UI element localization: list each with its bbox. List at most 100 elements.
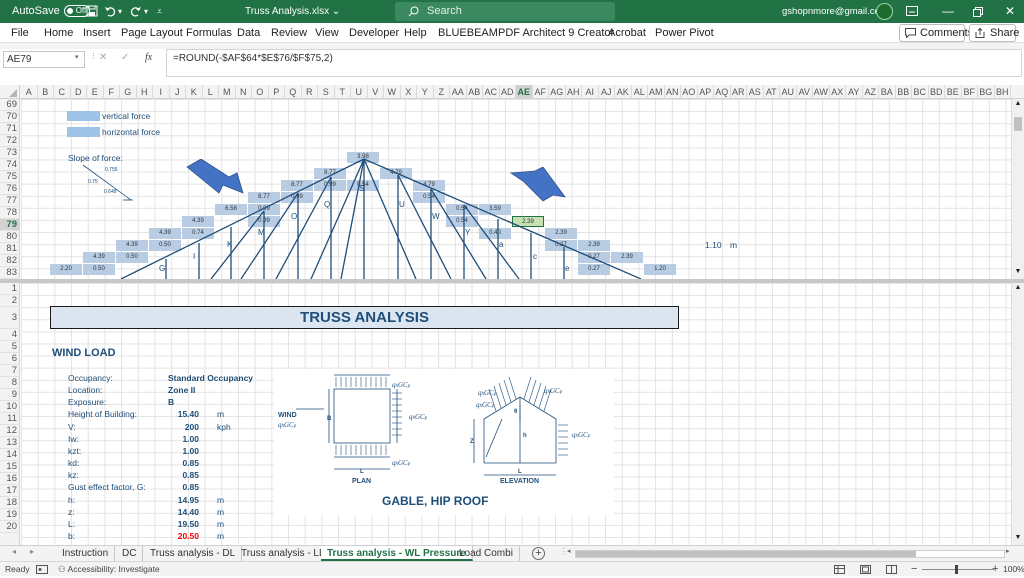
add-sheet-icon[interactable]: + (532, 547, 545, 560)
row-header-81[interactable]: 81 (0, 243, 20, 255)
row-header-82[interactable]: 82 (0, 255, 20, 267)
redo-dropdown-icon[interactable]: ▾ (144, 0, 148, 23)
row-header-75[interactable]: 75 (0, 171, 20, 183)
field-value[interactable]: 14.95 (159, 494, 199, 506)
column-header-aa[interactable]: AA (450, 85, 467, 99)
column-header-c[interactable]: C (54, 85, 71, 99)
row-header-1[interactable]: 1 (0, 283, 20, 295)
row-header-70[interactable]: 70 (0, 111, 20, 123)
column-header-ax[interactable]: AX (830, 85, 846, 99)
column-header-ac[interactable]: AC (483, 85, 500, 99)
row-header-10[interactable]: 10 (0, 401, 20, 413)
column-header-b[interactable]: B (38, 85, 54, 99)
field-value[interactable]: 0.85 (159, 481, 199, 493)
redo-icon[interactable] (130, 0, 142, 23)
undo-dropdown-icon[interactable]: ▾ (118, 0, 122, 23)
column-header-bh[interactable]: BH (995, 85, 1011, 99)
column-header-bb[interactable]: BB (896, 85, 912, 99)
column-header-m[interactable]: M (219, 85, 236, 99)
zoom-level[interactable]: 100% (1003, 562, 1024, 576)
menu-page-layout[interactable]: Page Layout (121, 23, 183, 43)
search-box[interactable]: Search (395, 2, 615, 21)
scroll-up-icon[interactable]: ▲ (1012, 99, 1024, 109)
column-header-be[interactable]: BE (945, 85, 962, 99)
row-header-3[interactable]: 3 (0, 307, 20, 329)
row-header-14[interactable]: 14 (0, 449, 20, 461)
column-header-as[interactable]: AS (747, 85, 764, 99)
menu-formulas[interactable]: Formulas (186, 23, 232, 43)
close-icon[interactable]: ✕ (1005, 0, 1015, 23)
row-header-9[interactable]: 9 (0, 389, 20, 401)
column-header-am[interactable]: AM (648, 85, 665, 99)
hscroll-left-icon[interactable]: ◂ (567, 547, 571, 555)
column-header-x[interactable]: X (401, 85, 417, 99)
formula-input[interactable]: =ROUND(-$AF$64*$E$76/$F$75,2) (166, 49, 1022, 77)
column-header-bg[interactable]: BG (978, 85, 995, 99)
column-header-aq[interactable]: AQ (714, 85, 731, 99)
tab-scroll-left-icon[interactable]: ◂ (12, 547, 16, 556)
row-header-2[interactable]: 2 (0, 295, 20, 307)
accessibility-status[interactable]: ⚇ Accessibility: Investigate (58, 562, 160, 576)
scroll-thumb[interactable] (1014, 117, 1022, 131)
field-value[interactable]: 200 (159, 421, 199, 433)
tab-truss-ll[interactable]: Truss analysis - LL (235, 546, 332, 561)
row-header-16[interactable]: 16 (0, 473, 20, 485)
column-header-n[interactable]: N (236, 85, 252, 99)
column-header-f[interactable]: F (104, 85, 120, 99)
select-all-corner[interactable] (0, 85, 20, 99)
field-value[interactable]: 1.00 (159, 433, 199, 445)
row-header-6[interactable]: 6 (0, 353, 20, 365)
column-header-au[interactable]: AU (780, 85, 797, 99)
avatar[interactable] (876, 3, 893, 20)
row-header-79[interactable]: 79 (0, 219, 20, 231)
tab-dc[interactable]: DC (116, 546, 144, 561)
share-button[interactable]: Share (969, 24, 1019, 42)
row-header-8[interactable]: 8 (0, 377, 20, 389)
row-header-83[interactable]: 83 (0, 267, 20, 279)
row-header-20[interactable]: 20 (0, 521, 20, 533)
scroll-down-icon[interactable]: ▼ (1012, 533, 1024, 543)
file-title[interactable]: Truss Analysis.xlsx ⌄ (245, 0, 340, 23)
confirm-entry-icon[interactable]: ✓ (121, 52, 129, 63)
restore-icon[interactable] (973, 0, 983, 23)
column-header-z[interactable]: Z (434, 85, 450, 99)
menu-data[interactable]: Data (237, 23, 260, 43)
scroll-down-icon[interactable]: ▼ (1012, 267, 1024, 277)
menu-acrobat[interactable]: Acrobat (608, 23, 646, 43)
row-header-19[interactable]: 19 (0, 509, 20, 521)
row-header-7[interactable]: 7 (0, 365, 20, 377)
scroll-up-icon[interactable]: ▲ (1012, 283, 1024, 293)
column-header-d[interactable]: D (71, 85, 87, 99)
row-header-69[interactable]: 69 (0, 99, 20, 111)
column-header-ak[interactable]: AK (615, 85, 632, 99)
zoom-slider[interactable] (922, 569, 994, 570)
column-header-v[interactable]: V (368, 85, 384, 99)
horizontal-scroll-thumb[interactable] (576, 551, 916, 557)
tab-truss-wl-pressure[interactable]: Truss analysis - WL Pressure (321, 546, 473, 561)
row-header-78[interactable]: 78 (0, 207, 20, 219)
top-pane[interactable]: vertical force horizontal force Slope of… (21, 99, 1011, 279)
field-value[interactable]: 15.40 (159, 408, 199, 420)
field-value[interactable]: Standard Occupancy (168, 372, 253, 384)
name-box-dropdown-icon[interactable]: ▾ (75, 53, 79, 61)
column-header-r[interactable]: R (302, 85, 318, 99)
row-header-77[interactable]: 77 (0, 195, 20, 207)
column-header-u[interactable]: U (351, 85, 368, 99)
comments-button[interactable]: Comments (899, 24, 973, 42)
autosave[interactable]: AutoSave Off (12, 0, 90, 23)
column-header-ae[interactable]: AE (516, 85, 533, 99)
column-header-i[interactable]: I (153, 85, 170, 99)
column-header-az[interactable]: AZ (863, 85, 879, 99)
column-header-s[interactable]: S (318, 85, 335, 99)
column-header-j[interactable]: J (170, 85, 186, 99)
column-header-af[interactable]: AF (533, 85, 549, 99)
row-header-71[interactable]: 71 (0, 123, 20, 135)
field-value[interactable]: 0.85 (159, 469, 199, 481)
column-header-bd[interactable]: BD (929, 85, 945, 99)
menu-bluebeam[interactable]: BLUEBEAM (438, 23, 498, 43)
zoom-in-icon[interactable]: + (992, 562, 998, 576)
bottom-pane[interactable]: TRUSS ANALYSIS WIND LOAD Occupancy: Stand… (21, 283, 1011, 545)
column-header-t[interactable]: T (335, 85, 351, 99)
row-header-73[interactable]: 73 (0, 147, 20, 159)
row-header-4[interactable]: 4 (0, 329, 20, 341)
